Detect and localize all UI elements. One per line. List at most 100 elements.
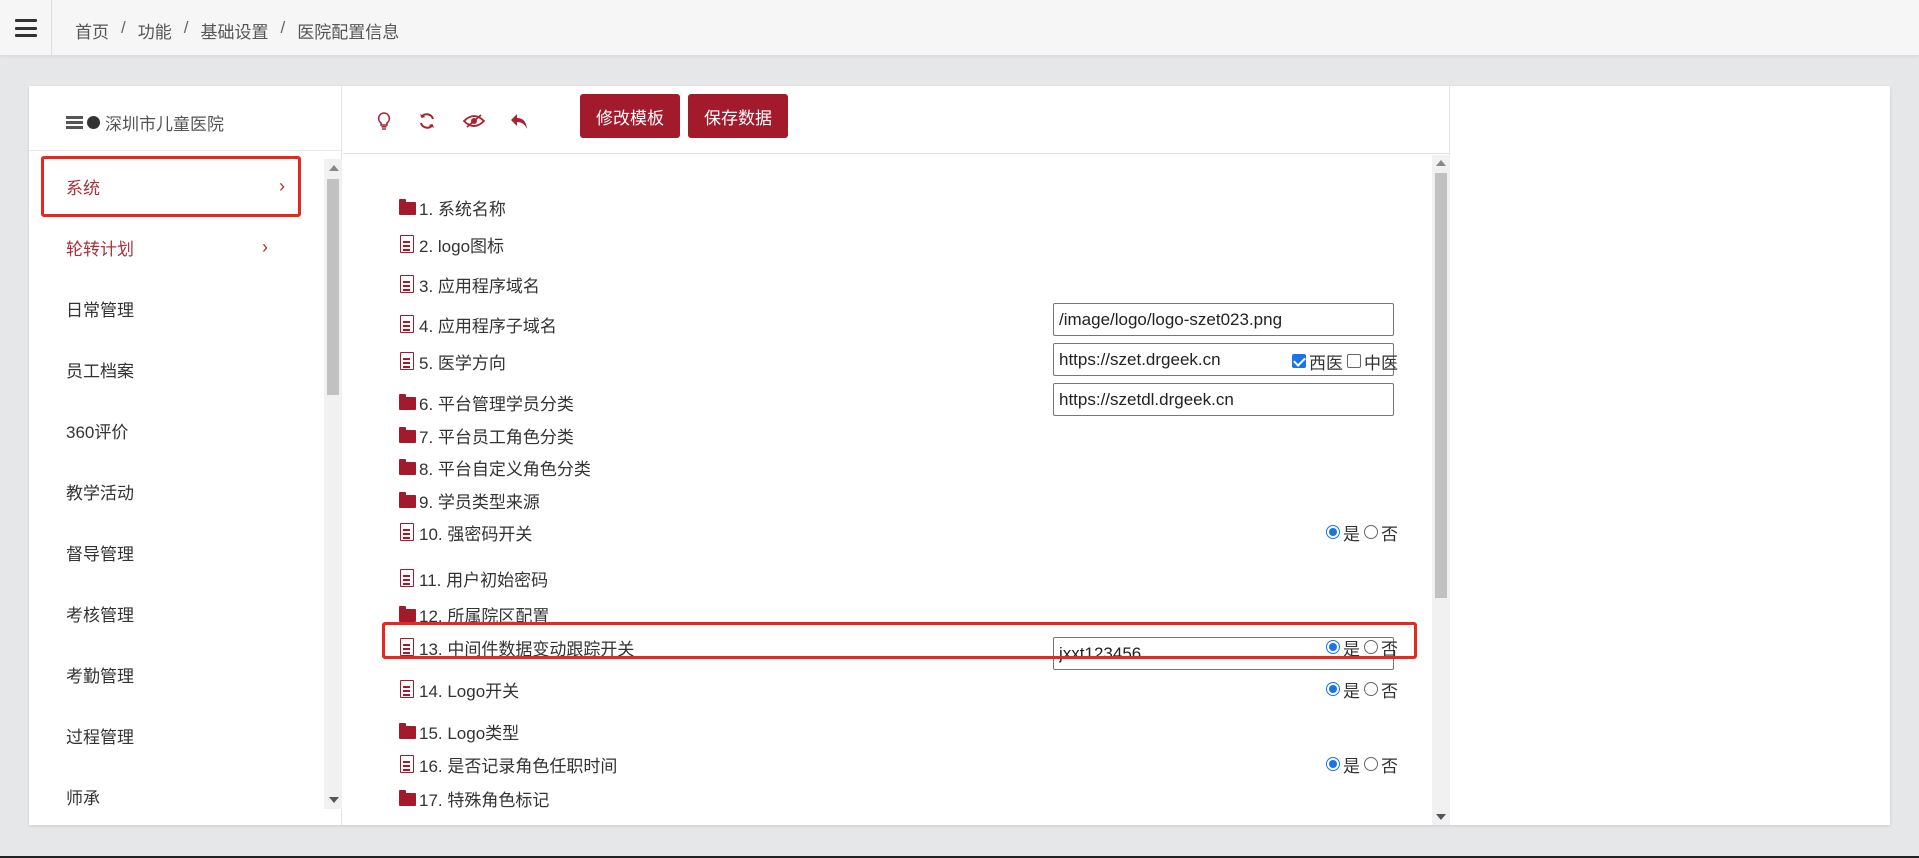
sidebar-item-label: 师承 bbox=[66, 789, 100, 808]
config-label: 8. 平台自定义角色分类 bbox=[419, 459, 591, 479]
breadcrumb-separator: / bbox=[121, 18, 126, 37]
refresh-icon[interactable] bbox=[414, 108, 440, 134]
sidebar-item-attendance[interactable]: 考勤管理 bbox=[29, 644, 324, 705]
folder-icon bbox=[398, 458, 416, 476]
config-row[interactable]: 17. 特殊角色标记 bbox=[398, 783, 1398, 813]
config-row-highlighted: 13. 中间件数据变动跟踪开关 是 否 bbox=[398, 632, 1398, 662]
chinese-medicine-checkbox[interactable] bbox=[1347, 354, 1361, 368]
breadcrumb-hospital-config: 医院配置信息 bbox=[297, 23, 400, 42]
config-label: 9. 学员类型来源 bbox=[419, 492, 540, 512]
folder-icon bbox=[398, 393, 416, 411]
circle-icon bbox=[87, 115, 100, 129]
sidebar-item-label: 系统 bbox=[66, 179, 100, 198]
breadcrumb-separator: / bbox=[183, 18, 189, 37]
config-label: 6. 平台管理学员分类 bbox=[419, 394, 574, 414]
western-medicine-checkbox[interactable] bbox=[1292, 354, 1306, 368]
yes-radio[interactable] bbox=[1326, 525, 1340, 539]
document-icon bbox=[398, 235, 416, 253]
record-role-tenure-options: 是 否 bbox=[1322, 752, 1398, 777]
config-label: 3. 应用程序域名 bbox=[419, 276, 540, 296]
scroll-thumb[interactable] bbox=[1435, 173, 1447, 598]
logo-switch-options: 是 否 bbox=[1322, 677, 1398, 702]
hospital-name: 深圳市儿童医院 bbox=[105, 114, 224, 134]
config-label: 14. Logo开关 bbox=[419, 681, 520, 701]
folder-icon bbox=[398, 605, 416, 623]
no-radio[interactable] bbox=[1364, 682, 1378, 696]
reply-icon[interactable] bbox=[506, 108, 532, 134]
no-radio[interactable] bbox=[1364, 525, 1378, 539]
config-list: 1. 系统名称 2. logo图标 3. 应用程序域名 4. 应用程序子域名 bbox=[343, 155, 1432, 825]
config-panel: 修改模板 保存数据 1. 系统名称 2. logo图标 3. 应用程序域名 bbox=[343, 86, 1450, 825]
scroll-up-icon[interactable] bbox=[329, 165, 339, 171]
sidebar-item-assessment[interactable]: 考核管理 bbox=[29, 583, 324, 644]
config-label: 10. 强密码开关 bbox=[419, 524, 533, 544]
breadcrumb-separator: / bbox=[280, 18, 286, 37]
config-row: 5. 医学方向 西医 中医 bbox=[398, 346, 1398, 376]
sidebar-item-label: 考核管理 bbox=[66, 606, 134, 625]
sidebar-item-label: 轮转计划 bbox=[66, 240, 134, 259]
toolbar: 修改模板 保存数据 bbox=[343, 86, 1450, 154]
config-label: 7. 平台员工角色分类 bbox=[419, 427, 574, 447]
scroll-thumb[interactable] bbox=[327, 179, 339, 395]
radio-label: 是 bbox=[1343, 524, 1360, 544]
radio-label: 否 bbox=[1381, 756, 1398, 776]
menu-toggle-button[interactable] bbox=[0, 0, 52, 56]
sidebar-item-label: 过程管理 bbox=[66, 728, 134, 747]
folder-icon bbox=[398, 491, 416, 509]
config-row[interactable]: 15. Logo类型 bbox=[398, 716, 1398, 746]
sidebar-item-staff-records[interactable]: 员工档案 bbox=[29, 339, 324, 400]
sidebar-item-system[interactable]: 系统 › bbox=[41, 156, 301, 217]
sidebar-menu: 系统 › 轮转计划 › 日常管理 员工档案 360评价 教学活动 督导管理 考核… bbox=[29, 156, 324, 827]
hamburger-icon bbox=[14, 19, 37, 37]
document-icon bbox=[398, 569, 416, 587]
folder-icon bbox=[398, 198, 416, 216]
config-row[interactable]: 7. 平台员工角色分类 bbox=[398, 420, 1398, 450]
sidebar-item-360-review[interactable]: 360评价 bbox=[29, 400, 324, 461]
config-row[interactable]: 9. 学员类型来源 bbox=[398, 485, 1398, 515]
config-label: 11. 用户初始密码 bbox=[419, 570, 549, 590]
sidebar-item-teaching-activities[interactable]: 教学活动 bbox=[29, 461, 324, 522]
yes-radio[interactable] bbox=[1326, 682, 1340, 696]
edit-template-button[interactable]: 修改模板 bbox=[580, 94, 680, 138]
scroll-down-icon[interactable] bbox=[1436, 814, 1446, 820]
eye-slash-icon[interactable] bbox=[461, 108, 487, 134]
yes-radio[interactable] bbox=[1326, 757, 1340, 771]
scroll-down-icon[interactable] bbox=[329, 797, 339, 803]
sidebar-item-label: 360评价 bbox=[66, 423, 129, 442]
config-label: 13. 中间件数据变动跟踪开关 bbox=[419, 639, 635, 659]
sidebar-item-supervision[interactable]: 督导管理 bbox=[29, 522, 324, 583]
chevron-right-icon: › bbox=[279, 176, 285, 196]
config-row[interactable]: 6. 平台管理学员分类 bbox=[398, 387, 1398, 417]
sidebar-scrollbar[interactable] bbox=[324, 159, 342, 809]
radio-label: 是 bbox=[1343, 639, 1360, 659]
config-row: 2. logo图标 bbox=[398, 229, 1398, 259]
config-label: 5. 医学方向 bbox=[419, 353, 506, 373]
config-label: 16. 是否记录角色任职时间 bbox=[419, 756, 618, 776]
radio-label: 否 bbox=[1381, 681, 1398, 701]
config-row[interactable]: 8. 平台自定义角色分类 bbox=[398, 452, 1398, 482]
sidebar-item-rotation-plan[interactable]: 轮转计划 › bbox=[29, 217, 324, 278]
breadcrumb-function[interactable]: 功能 bbox=[138, 18, 172, 43]
sidebar-item-mentorship[interactable]: 师承 bbox=[29, 766, 324, 827]
sidebar-item-label: 考勤管理 bbox=[66, 667, 134, 686]
scroll-up-icon[interactable] bbox=[1436, 160, 1446, 166]
config-row: 16. 是否记录角色任职时间 是 否 bbox=[398, 749, 1398, 779]
yes-radio[interactable] bbox=[1326, 640, 1340, 654]
config-row[interactable]: 1. 系统名称 bbox=[398, 192, 1398, 222]
content-scrollbar[interactable] bbox=[1432, 155, 1450, 825]
no-radio[interactable] bbox=[1364, 757, 1378, 771]
config-label: 12. 所属院区配置 bbox=[419, 606, 550, 626]
config-row[interactable]: 12. 所属院区配置 bbox=[398, 599, 1398, 629]
hospital-header: 深圳市儿童医院 bbox=[66, 106, 224, 138]
no-radio[interactable] bbox=[1364, 640, 1378, 654]
breadcrumb-home[interactable]: 首页 bbox=[75, 18, 109, 43]
breadcrumb-basic-settings[interactable]: 基础设置 bbox=[200, 18, 268, 43]
lightbulb-icon[interactable] bbox=[371, 108, 397, 134]
config-label: 17. 特殊角色标记 bbox=[419, 790, 550, 810]
sidebar-item-daily-management[interactable]: 日常管理 bbox=[29, 278, 324, 339]
document-icon bbox=[398, 275, 416, 293]
sidebar-item-process-management[interactable]: 过程管理 bbox=[29, 705, 324, 766]
sidebar-item-label: 督导管理 bbox=[66, 545, 134, 564]
chevron-right-icon: › bbox=[262, 237, 268, 257]
save-data-button[interactable]: 保存数据 bbox=[688, 94, 788, 138]
